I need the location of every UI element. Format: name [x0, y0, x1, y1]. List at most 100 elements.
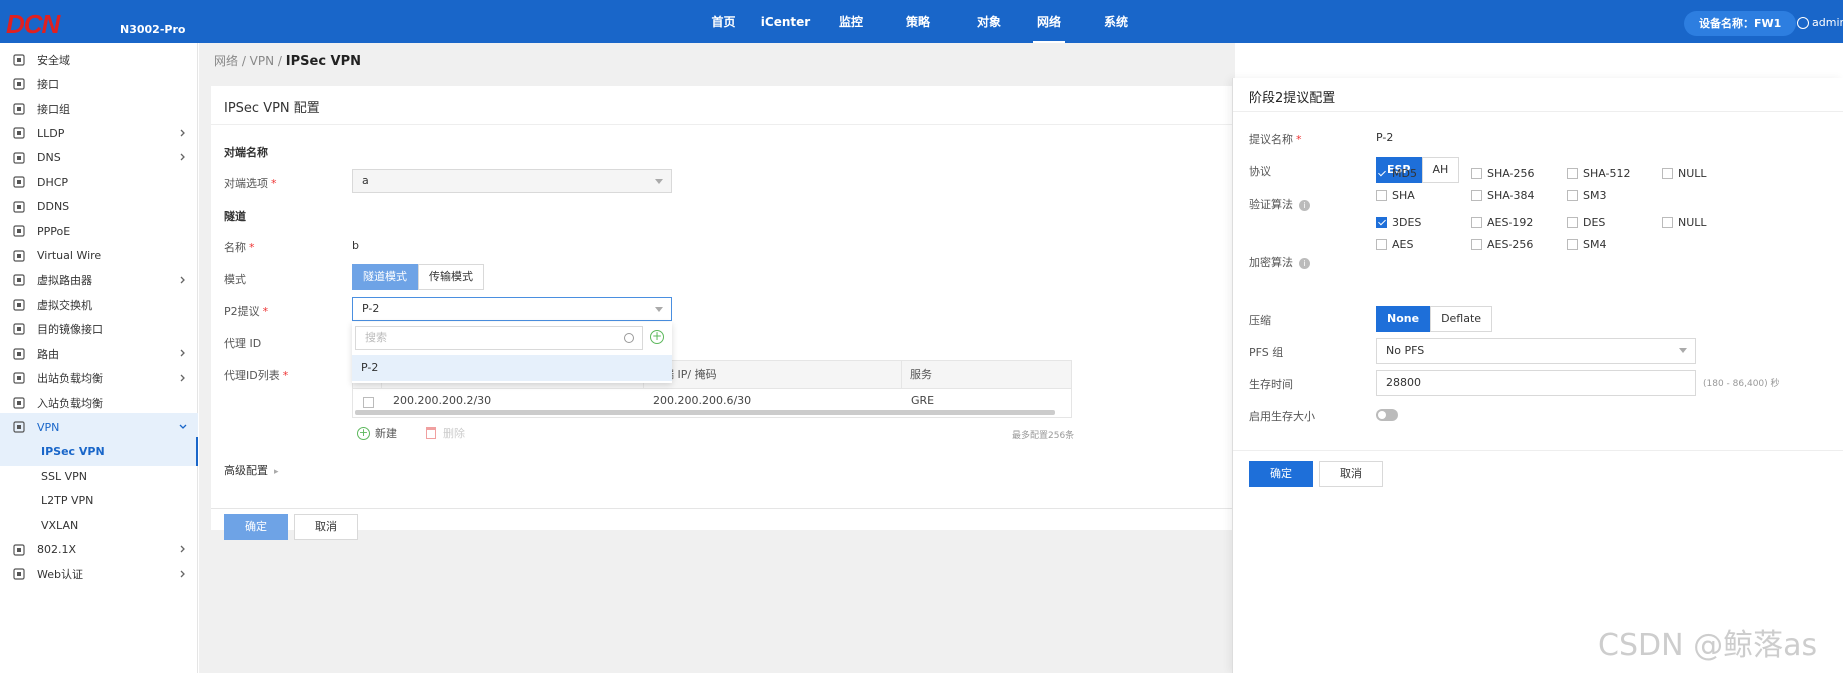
- top-bar: DCN N3002-Pro 首页 iCenter 监控 策略 对象 网络 系统 …: [0, 0, 1843, 43]
- row-checkbox[interactable]: [363, 397, 374, 408]
- user-menu[interactable]: admin: [1797, 16, 1843, 29]
- enc-checkbox[interactable]: [1662, 217, 1673, 228]
- sidebar-item-label: VPN: [37, 420, 60, 434]
- shield-icon: [12, 53, 26, 67]
- interface-icon: [12, 77, 26, 91]
- transport-mode-button[interactable]: 传输模式: [418, 264, 484, 290]
- table-horizontal-scrollbar[interactable]: [355, 410, 1055, 415]
- sidebar-item-label: DHCP: [37, 175, 69, 189]
- info-icon[interactable]: i: [1299, 257, 1310, 269]
- name-label: 名称 *: [224, 241, 255, 254]
- auth-checkbox[interactable]: [1567, 190, 1578, 201]
- pfs-select[interactable]: No PFS: [1376, 338, 1696, 364]
- nav-policy[interactable]: 策略: [882, 0, 954, 43]
- sidebar-item-label: PPPoE: [37, 224, 71, 238]
- proposal-name-value: P-2: [1376, 131, 1394, 144]
- advanced-config-toggle[interactable]: 高级配置 ▸: [224, 462, 279, 478]
- tunnel-section-title: 隧道: [224, 210, 246, 223]
- auth-checkbox[interactable]: [1567, 168, 1578, 179]
- auth-checkbox[interactable]: [1662, 168, 1673, 179]
- main-nav: 首页 iCenter 监控 策略 对象 网络 系统: [680, 0, 1141, 43]
- auth-option-label: SHA-512: [1583, 167, 1631, 180]
- nav-network[interactable]: 网络: [1033, 0, 1065, 43]
- lifesize-toggle[interactable]: [1376, 409, 1398, 421]
- ok-button[interactable]: 确定: [224, 514, 288, 540]
- table-cell-local: 200.200.200.2/30: [393, 394, 492, 407]
- mirror-icon: [12, 322, 26, 336]
- device-name-badge: 设备名称：FW1: [1684, 11, 1797, 36]
- compress-none-button[interactable]: None: [1376, 306, 1431, 332]
- enc-checkbox[interactable]: [1471, 239, 1482, 250]
- nav-monitor[interactable]: 监控: [820, 0, 882, 43]
- enc-option-label: DES: [1583, 216, 1606, 229]
- delete-proxy-button[interactable]: 删除: [426, 425, 465, 441]
- enc-option-label: 3DES: [1392, 216, 1422, 229]
- dhcp-icon: [12, 175, 26, 189]
- enc-option-label: AES: [1392, 238, 1414, 251]
- add-proposal-icon[interactable]: +: [650, 330, 664, 344]
- enc-checkbox[interactable]: [1567, 239, 1578, 250]
- auth-checkbox[interactable]: [1376, 190, 1387, 201]
- sidebar-item-label: LLDP: [37, 126, 65, 140]
- breadcrumb-path: 网络 / VPN /: [214, 54, 286, 68]
- auth-checkbox[interactable]: [1471, 190, 1482, 201]
- lldp-icon: [12, 126, 26, 140]
- switch-icon: [12, 298, 26, 312]
- drawer-ok-button[interactable]: 确定: [1249, 461, 1313, 487]
- table-header-remote: 远端 IP/ 掩码: [643, 361, 901, 389]
- table-header-service: 服务: [901, 361, 1071, 389]
- enc-checkbox[interactable]: [1567, 217, 1578, 228]
- peer-option-select[interactable]: a: [352, 169, 672, 193]
- auth-algorithm-label: 验证算法 i: [1249, 196, 1310, 212]
- table-cell-service: GRE: [911, 394, 935, 407]
- sidebar-item-label: 虚拟路由器: [37, 274, 92, 287]
- lifetime-label: 生存时间: [1249, 378, 1293, 391]
- enc-checkbox[interactable]: [1471, 217, 1482, 228]
- lifetime-input[interactable]: 28800: [1376, 370, 1696, 396]
- tunnel-mode-button[interactable]: 隧道模式: [352, 264, 418, 290]
- auth-option-label: SHA: [1392, 189, 1415, 202]
- proxy-list-label: 代理ID列表 *: [224, 369, 289, 382]
- auth-checkbox[interactable]: [1471, 168, 1482, 179]
- sidebar-item-label: DNS: [37, 151, 61, 164]
- sidebar-item-label: 802.1X: [37, 543, 77, 556]
- p2-proposal-select[interactable]: P-2: [352, 297, 672, 321]
- lifesize-label: 启用生存大小: [1249, 410, 1315, 423]
- compress-label: 压缩: [1249, 314, 1271, 327]
- p2-dropdown: 搜索 + P-2: [352, 322, 672, 383]
- max-entries-note: 最多配置256条: [1012, 431, 1075, 441]
- panel-footer-divider: [211, 508, 1235, 509]
- auth-checkbox[interactable]: [1376, 168, 1387, 179]
- chevron-down-icon: [1679, 348, 1687, 353]
- drawer-cancel-button[interactable]: 取消: [1319, 461, 1383, 487]
- sidebar-item-label: 入站负载均衡: [37, 396, 103, 410]
- sidebar-item-label: 虚拟交换机: [37, 298, 92, 312]
- nav-system[interactable]: 系统: [1091, 0, 1141, 43]
- dropdown-search-input[interactable]: 搜索: [355, 326, 643, 350]
- nav-icenter[interactable]: iCenter: [751, 0, 820, 43]
- enc-checkbox[interactable]: [1376, 239, 1387, 250]
- outbound-lb-icon: [12, 371, 26, 385]
- ah-button[interactable]: AH: [1421, 157, 1460, 183]
- enc-option-label: AES-192: [1487, 216, 1534, 229]
- auth-option-label: NULL: [1678, 167, 1707, 180]
- peer-option-label: 对端选项 *: [224, 177, 277, 190]
- nav-object[interactable]: 对象: [954, 0, 1024, 43]
- add-proxy-button[interactable]: + 新建: [357, 425, 397, 441]
- nav-home[interactable]: 首页: [696, 0, 751, 43]
- info-icon[interactable]: i: [1299, 199, 1310, 211]
- vpn-icon: [12, 420, 26, 434]
- dropdown-option-p2[interactable]: P-2: [352, 355, 672, 381]
- enc-option-label: SM4: [1583, 238, 1607, 251]
- virtual-wire-icon: [12, 249, 26, 263]
- sidebar-item-label: DDNS: [37, 200, 70, 213]
- sidebar-item-web-auth[interactable]: Web认证: [0, 560, 198, 589]
- chevron-down-icon: [655, 307, 663, 312]
- interface-group-icon: [12, 102, 26, 116]
- peer-section-title: 对端名称: [224, 146, 268, 159]
- route-icon: [12, 347, 26, 361]
- protocol-toggle: ESP AH: [1376, 157, 1460, 183]
- enc-checkbox[interactable]: [1376, 217, 1387, 228]
- compress-deflate-button[interactable]: Deflate: [1430, 306, 1493, 332]
- cancel-button[interactable]: 取消: [294, 514, 358, 540]
